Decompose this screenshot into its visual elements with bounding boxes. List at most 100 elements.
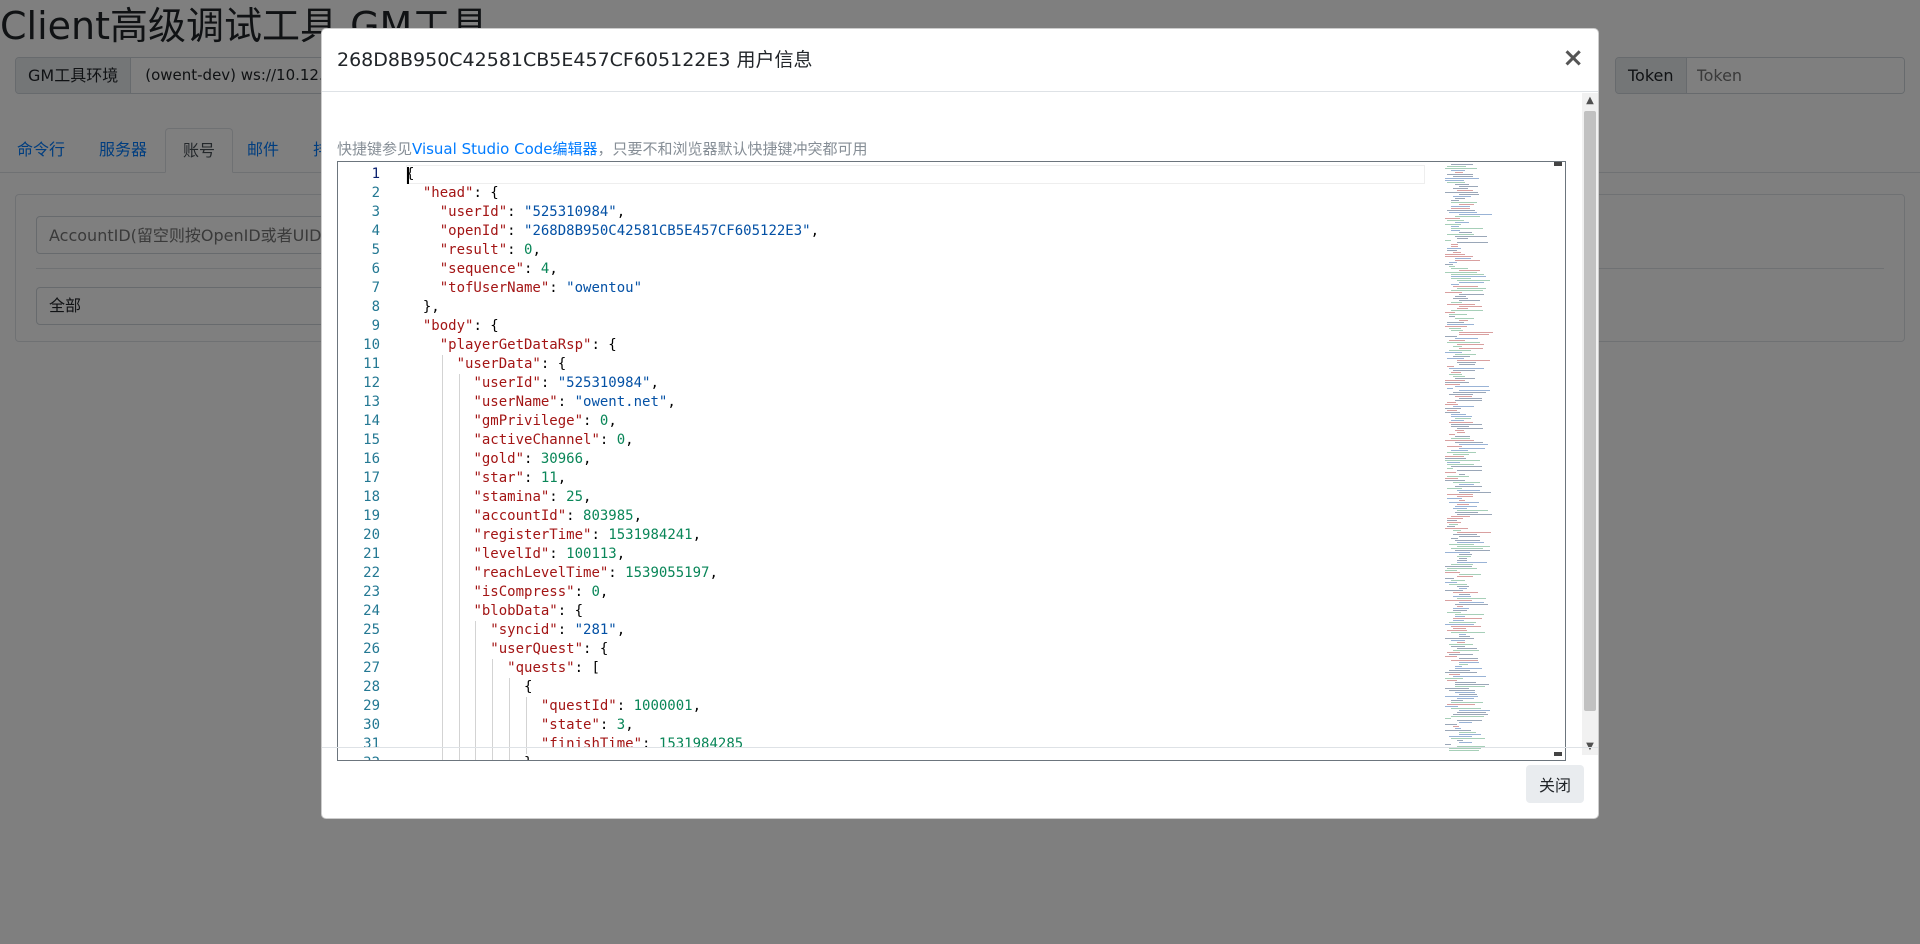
minimap-line <box>1445 678 1463 679</box>
editor-minimap[interactable] <box>1441 162 1551 760</box>
minimap-line <box>1453 286 1478 287</box>
code-line: "userQuest": { <box>490 641 609 657</box>
minimap-line <box>1455 728 1461 729</box>
minimap-line <box>1445 552 1470 553</box>
minimap-line <box>1455 222 1469 223</box>
minimap-line <box>1449 674 1460 675</box>
minimap-line <box>1457 510 1488 511</box>
minimap-line <box>1453 196 1471 197</box>
minimap-line <box>1445 404 1458 405</box>
minimap-line <box>1455 172 1463 173</box>
minimap-line <box>1449 316 1455 317</box>
minimap-line <box>1447 498 1462 499</box>
minimap-line <box>1455 506 1477 507</box>
minimap-line <box>1445 696 1478 697</box>
line-number: 18 <box>363 489 380 505</box>
minimap-line <box>1457 642 1465 643</box>
minimap-line <box>1455 550 1490 551</box>
minimap-line <box>1453 628 1466 629</box>
minimap-line <box>1457 190 1473 191</box>
minimap-line <box>1457 698 1474 699</box>
line-number: 6 <box>371 261 380 277</box>
minimap-line <box>1457 712 1486 713</box>
minimap-line <box>1445 572 1460 573</box>
scrollbar-thumb[interactable] <box>1584 111 1596 711</box>
minimap-line <box>1459 694 1477 695</box>
minimap-line <box>1445 730 1471 731</box>
minimap-line <box>1455 430 1464 431</box>
line-number: 1 <box>371 166 380 182</box>
minimap-line <box>1447 612 1461 613</box>
minimap-line <box>1449 502 1479 503</box>
minimap-line <box>1455 666 1462 667</box>
minimap-line <box>1451 202 1477 203</box>
minimap-line <box>1445 382 1469 383</box>
minimap-line <box>1449 622 1476 623</box>
minimap-line <box>1445 638 1474 639</box>
minimap-line <box>1445 326 1467 327</box>
editor-scrollbar[interactable] <box>1551 162 1565 760</box>
line-number: 15 <box>363 432 380 448</box>
json-editor[interactable]: 1 2 3 4 5 6 7 8 9 10 11 12 13 14 15 16 17 18 19 20 21 22 23 24 2… <box>337 161 1566 761</box>
code-line: "accountId": 803985, <box>473 508 643 524</box>
minimap-line <box>1455 486 1482 487</box>
minimap-line <box>1451 278 1471 279</box>
minimap-line <box>1447 518 1463 519</box>
code-line: "state": 3, <box>540 717 634 733</box>
minimap-line <box>1455 682 1476 683</box>
minimap-line <box>1457 560 1467 561</box>
minimap-line <box>1447 462 1460 463</box>
minimap-line <box>1445 168 1477 169</box>
line-number: 19 <box>363 508 380 524</box>
minimap-line <box>1457 532 1491 533</box>
code-area[interactable]: {"head": {"userId": "525310984", "openId"… <box>406 162 1425 760</box>
modal-scrollbar[interactable]: ▲ ▼ <box>1582 93 1598 755</box>
line-number: 10 <box>363 337 380 353</box>
line-number: 8 <box>371 299 380 315</box>
minimap-line <box>1455 686 1485 687</box>
minimap-line <box>1445 744 1451 745</box>
minimap-line <box>1459 734 1481 735</box>
minimap-line <box>1457 362 1476 363</box>
minimap-line <box>1457 432 1465 433</box>
minimap-line <box>1457 490 1480 491</box>
vscode-link[interactable]: Visual Studio Code编辑器 <box>412 140 598 158</box>
minimap-line <box>1453 252 1461 253</box>
minimap-line <box>1447 520 1457 521</box>
minimap-line <box>1451 702 1483 703</box>
line-number: 2 <box>371 185 380 201</box>
line-number: 21 <box>363 546 380 562</box>
minimap-line <box>1453 392 1486 393</box>
minimap-line <box>1459 294 1484 295</box>
minimap-line <box>1447 476 1469 477</box>
minimap-line <box>1445 718 1451 719</box>
minimap-line <box>1453 610 1467 611</box>
minimap-line <box>1447 388 1453 389</box>
minimap-line <box>1447 402 1456 403</box>
minimap-line <box>1451 330 1463 331</box>
minimap-line <box>1451 226 1459 227</box>
code-line: "userData": { <box>456 356 567 372</box>
minimap-line <box>1453 592 1478 593</box>
minimap-line <box>1451 516 1470 517</box>
minimap-line <box>1445 624 1474 625</box>
line-number: 23 <box>363 584 380 600</box>
code-line: "tofUserName": "owentou" <box>439 280 643 296</box>
minimap-line <box>1445 192 1478 193</box>
indent-guide <box>458 374 460 760</box>
minimap-line <box>1451 200 1459 201</box>
minimap-line <box>1453 608 1469 609</box>
close-button[interactable]: 关闭 <box>1526 765 1584 803</box>
minimap-line <box>1447 248 1461 249</box>
minimap-line <box>1455 296 1466 297</box>
minimap-line <box>1455 436 1470 437</box>
minimap-line <box>1459 364 1475 365</box>
minimap-line <box>1445 218 1460 219</box>
minimap-line <box>1459 232 1472 233</box>
indent-guide <box>475 621 477 760</box>
minimap-line <box>1445 478 1458 479</box>
minimap-line <box>1459 390 1490 391</box>
scroll-up-arrow-icon[interactable]: ▲ <box>1582 93 1598 109</box>
close-icon[interactable]: × <box>1562 43 1584 73</box>
minimap-line <box>1449 524 1458 525</box>
